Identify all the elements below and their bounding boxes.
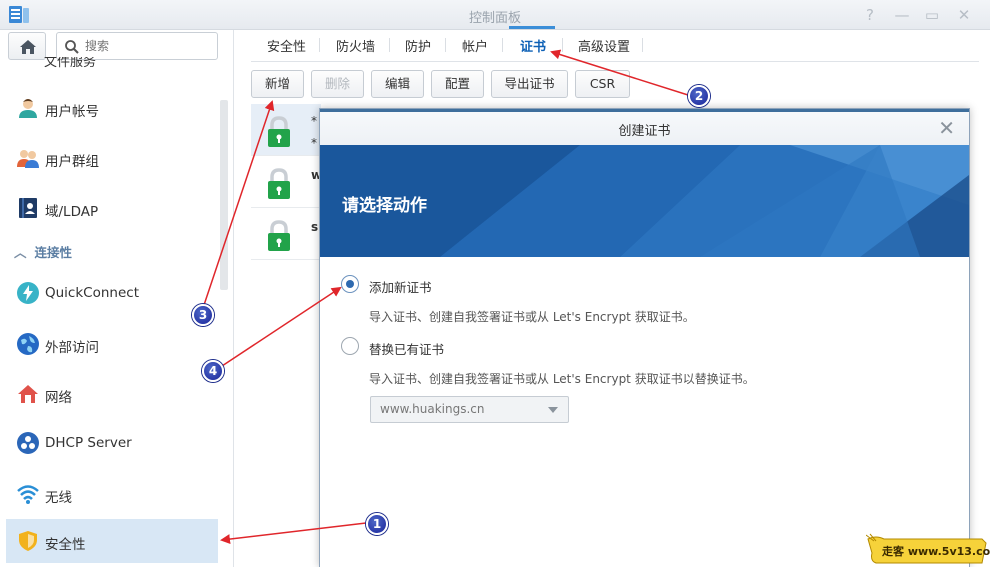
sidebar-item-dhcp-server[interactable]: DHCP Server (6, 421, 218, 465)
lock-icon (268, 116, 290, 147)
sidebar-item-user-groups[interactable]: 用户群组 (6, 136, 218, 180)
tab-separator (319, 38, 320, 52)
chevron-down-icon (548, 407, 558, 413)
user-icon (19, 99, 37, 118)
quickconnect-icon (17, 282, 39, 304)
shield-icon (19, 531, 37, 551)
dialog-banner: 请选择动作 (320, 145, 969, 257)
sidebar-item-external-access[interactable]: 外部访问 (6, 322, 218, 366)
replace-certificate-label[interactable]: 替换已有证书 (369, 339, 444, 358)
search-icon (65, 40, 79, 54)
export-certificate-button[interactable]: 导出证书 (491, 70, 568, 98)
directory-icon (19, 198, 37, 218)
annotation-badge-1: 1 (366, 513, 388, 535)
tab-advanced[interactable]: 高级设置 (578, 36, 630, 55)
create-certificate-dialog: 创建证书 ✕ 请选择动作 添加新证书 导入证书、创建自我签署证书或从 Let's… (319, 108, 970, 567)
add-button[interactable]: 新增 (251, 70, 304, 98)
sidebar: 文件服务 用户帐号 用户群组 域/LDAP ︿连接性 QuickConnect (0, 30, 234, 567)
sidebar-item-user-accounts[interactable]: 用户帐号 (6, 86, 218, 130)
maximize-icon[interactable]: ▭ (923, 6, 941, 24)
home-icon (20, 40, 36, 54)
globe-icon (17, 333, 39, 355)
edit-button[interactable]: 编辑 (371, 70, 424, 98)
dialog-title: 创建证书 (618, 124, 671, 139)
network-house-icon (18, 385, 38, 403)
table-row[interactable]: w (251, 156, 322, 208)
search-input[interactable] (85, 37, 210, 55)
sidebar-item-network[interactable]: 网络 (6, 372, 218, 416)
tab-separator (642, 38, 643, 52)
add-new-certificate-radio[interactable] (341, 275, 359, 293)
tab-separator (562, 38, 563, 52)
home-button[interactable] (8, 32, 46, 60)
tab-firewall[interactable]: 防火墙 (336, 36, 375, 55)
search-box[interactable] (56, 32, 218, 60)
sidebar-item-quickconnect[interactable]: QuickConnect (6, 271, 218, 315)
csr-button[interactable]: CSR (575, 70, 630, 98)
help-icon[interactable]: ? (861, 6, 879, 24)
replace-certificate-radio[interactable] (341, 337, 359, 355)
window-title: 控制面板 (468, 11, 521, 26)
watermark: 走客 www.5v13.com (865, 533, 990, 565)
configure-button[interactable]: 配置 (431, 70, 484, 98)
annotation-badge-2: 2 (688, 85, 710, 107)
certificate-select[interactable]: www.huakings.cn (370, 396, 569, 423)
lock-icon (268, 168, 290, 199)
banner-title: 请选择动作 (342, 196, 427, 216)
sidebar-item-domain-ldap[interactable]: 域/LDAP (6, 186, 218, 230)
add-new-certificate-label[interactable]: 添加新证书 (369, 277, 432, 296)
tab-security[interactable]: 安全性 (267, 36, 306, 55)
tab-protection[interactable]: 防护 (405, 36, 431, 55)
tab-separator (445, 38, 446, 52)
dialog-titlebar: 创建证书 ✕ (320, 109, 969, 145)
minimize-icon[interactable]: — (893, 6, 911, 24)
tab-separator (389, 38, 390, 52)
chevron-up-icon: ︿ (14, 245, 27, 260)
user-group-icon (17, 150, 39, 168)
tab-bar: 安全性 防火墙 防护 帐户 证书 高级设置 (251, 30, 979, 62)
sidebar-scrollbar[interactable] (220, 100, 228, 290)
sidebar-item-wireless[interactable]: 无线 (6, 472, 218, 516)
tab-account[interactable]: 帐户 (462, 36, 488, 55)
active-tab-indicator (509, 26, 555, 29)
annotation-badge-4: 4 (202, 360, 224, 382)
dhcp-icon (17, 432, 39, 454)
tab-certificate[interactable]: 证书 (520, 36, 546, 55)
table-row[interactable]: * * (251, 104, 321, 156)
section-connectivity[interactable]: ︿ 连接性 (14, 242, 72, 261)
replace-certificate-description: 导入证书、创建自我签署证书或从 Let's Encrypt 获取证书以替换证书。 (369, 372, 755, 386)
wifi-icon (17, 485, 39, 504)
sidebar-item-security[interactable]: 安全性 (6, 519, 218, 563)
tab-separator (502, 38, 503, 52)
close-icon[interactable]: ✕ (955, 6, 973, 24)
annotation-badge-3: 3 (192, 304, 214, 326)
lock-icon (268, 220, 290, 251)
delete-button[interactable]: 删除 (311, 70, 364, 98)
dialog-close-icon[interactable]: ✕ (938, 116, 955, 140)
window-titlebar: 控制面板 ? — ▭ ✕ (0, 0, 990, 30)
table-row[interactable]: s (251, 208, 321, 260)
add-new-certificate-description: 导入证书、创建自我签署证书或从 Let's Encrypt 获取证书。 (369, 310, 695, 324)
